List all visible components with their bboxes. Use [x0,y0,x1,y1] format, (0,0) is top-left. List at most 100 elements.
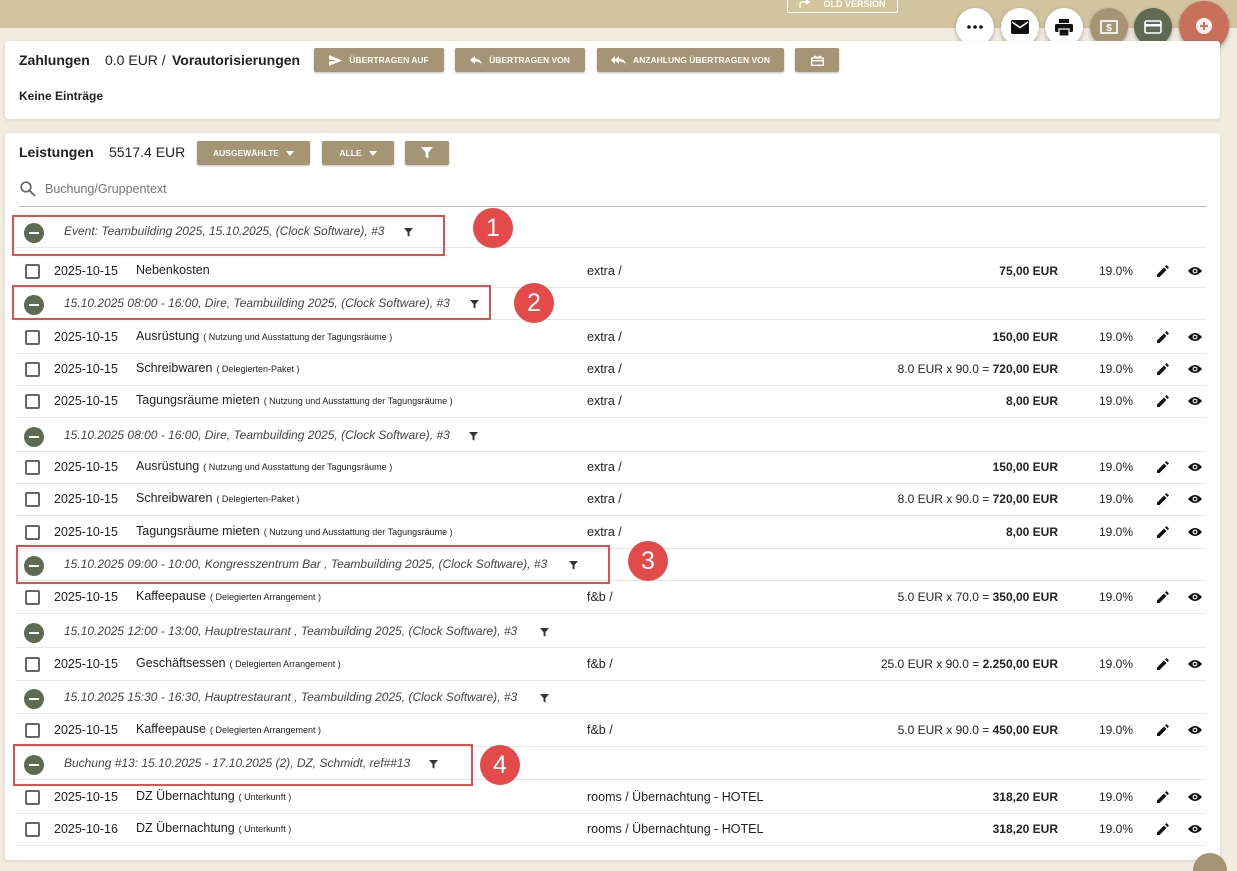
view-eye-icon[interactable] [1188,266,1202,276]
row-calculation: 5.0 EUR x 90.0 = [897,723,990,737]
selected-dropdown-button[interactable]: AUSGEWÄHLTE [197,141,310,165]
payments-empty-text: Keine Einträge [19,89,104,103]
transfer-from-button[interactable]: ÜBERTRAGEN VON [455,48,585,72]
row-checkbox[interactable] [25,394,40,409]
group-filter-icon[interactable] [540,694,549,703]
svg-text:$: $ [1106,23,1112,34]
row-name: Kaffeepause [136,722,206,736]
row-category: extra / [587,492,622,506]
row-name: Schreibwaren [136,491,213,505]
mail-icon [1011,20,1029,34]
row-name: Nebenkosten [136,263,210,277]
row-category: f&b / [587,723,613,737]
row-checkbox[interactable] [25,590,40,605]
send-icon [329,54,343,66]
row-date: 2025-10-15 [54,362,118,376]
row-date: 2025-10-15 [54,525,118,539]
row-vat: 19.0% [1099,822,1134,836]
deposit-transfer-button[interactable]: ANZAHLUNG ÜBERTRAGEN VON [597,48,784,72]
service-row: 2025-10-15 Kaffeepause( Delegierten Arran… [16,714,1206,747]
row-name: Schreibwaren [136,361,213,375]
edit-icon[interactable] [1157,526,1169,538]
filter-icon [421,147,433,159]
row-checkbox[interactable] [25,460,40,475]
marker-box-1 [12,215,445,256]
edit-icon[interactable] [1157,493,1169,505]
redo-arrow-icon [799,0,811,8]
service-row: 2025-10-15 Kaffeepause( Delegierten Arran… [16,581,1206,614]
old-version-button[interactable]: OLD VERSION [787,0,898,13]
service-row: 2025-10-15 Ausrüstung( Nutzung und Aussta… [16,451,1206,484]
row-name: Tagungsräume mieten [136,393,260,407]
collapse-icon[interactable] [24,689,44,709]
view-eye-icon[interactable] [1188,494,1202,504]
marker-box-4 [13,744,473,786]
view-eye-icon[interactable] [1188,592,1202,602]
reply-all-icon [611,55,627,65]
row-category: extra / [587,460,622,474]
row-amount: 150,00 EUR [992,460,1058,474]
edit-icon[interactable] [1157,658,1169,670]
row-checkbox[interactable] [25,723,40,738]
row-vat: 19.0% [1099,362,1134,376]
row-checkbox[interactable] [25,525,40,540]
edit-icon[interactable] [1157,591,1169,603]
row-subtitle: ( Nutzung und Ausstattung der Tagungsräu… [203,332,393,342]
marker-number-3: 3 [628,541,668,581]
old-version-label: OLD VERSION [823,0,886,9]
edit-icon[interactable] [1157,823,1169,835]
collapse-icon[interactable] [24,623,44,643]
row-date: 2025-10-15 [54,790,118,804]
row-checkbox[interactable] [25,264,40,279]
group-filter-icon[interactable] [540,628,549,637]
row-vat: 19.0% [1099,264,1134,278]
view-eye-icon[interactable] [1188,332,1202,342]
row-name: Ausrüstung [136,459,200,473]
search-underline [19,206,1206,207]
row-subtitle: ( Delegierten Arrangement ) [209,725,322,735]
caret-down-icon [285,150,294,156]
row-checkbox[interactable] [25,822,40,837]
search-input[interactable] [45,180,545,198]
edit-icon[interactable] [1157,395,1169,407]
edit-icon[interactable] [1157,363,1169,375]
view-eye-icon[interactable] [1188,659,1202,669]
edit-icon[interactable] [1157,265,1169,277]
view-eye-icon[interactable] [1188,364,1202,374]
row-name: DZ Übernachtung [136,821,235,835]
transfer-to-button[interactable]: ÜBERTRAGEN AUF [314,48,444,72]
row-name: Ausrüstung [136,329,200,343]
view-eye-icon[interactable] [1188,527,1202,537]
row-checkbox[interactable] [25,492,40,507]
row-date: 2025-10-15 [54,657,118,671]
row-subtitle: ( Nutzung und Ausstattung der Tagungsräu… [263,396,453,406]
row-date: 2025-10-15 [54,394,118,408]
group-row: 15.10.2025 15:30 - 16:30, Hauptrestauran… [16,681,1206,714]
view-eye-icon[interactable] [1188,824,1202,834]
row-category: extra / [587,330,622,344]
view-eye-icon[interactable] [1188,792,1202,802]
group-row: 15.10.2025 12:00 - 13:00, Hauptrestauran… [16,615,1206,648]
row-checkbox[interactable] [25,790,40,805]
row-checkbox[interactable] [25,362,40,377]
view-eye-icon[interactable] [1188,725,1202,735]
row-date: 2025-10-15 [54,460,118,474]
row-checkbox[interactable] [25,330,40,345]
group-filter-icon[interactable] [469,432,478,441]
edit-icon[interactable] [1157,331,1169,343]
edit-icon[interactable] [1157,461,1169,473]
edit-icon[interactable] [1157,724,1169,736]
row-name: Geschäftsessen [136,656,226,670]
row-vat: 19.0% [1099,525,1134,539]
service-row: 2025-10-15 Geschäftsessen( Delegierten Ar… [16,648,1206,681]
all-dropdown-button[interactable]: ALLE [322,141,394,165]
view-eye-icon[interactable] [1188,396,1202,406]
row-checkbox[interactable] [25,657,40,672]
view-eye-icon[interactable] [1188,462,1202,472]
voucher-button[interactable] [795,48,839,72]
edit-icon[interactable] [1157,791,1169,803]
row-vat: 19.0% [1099,723,1134,737]
row-vat: 19.0% [1099,394,1134,408]
collapse-icon[interactable] [24,427,44,447]
filter-button[interactable] [405,141,449,165]
